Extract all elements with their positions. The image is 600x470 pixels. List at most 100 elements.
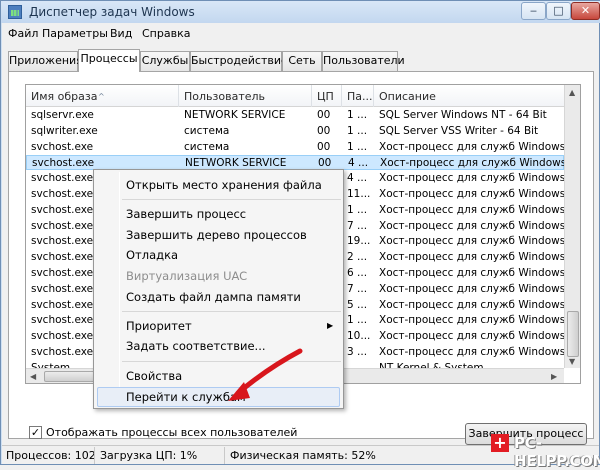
list-header: Имя образа ^ Пользователь ЦП Па... Описа… [26, 85, 564, 107]
menu-priority[interactable]: Приоритет [126, 319, 192, 333]
table-cell: NETWORK SERVICE [185, 157, 287, 170]
show-all-users-checkbox[interactable]: ✓ [29, 426, 42, 439]
menu-uac-virtualization: Виртуализация UAC [126, 269, 248, 283]
tab-applications[interactable]: Приложения [8, 51, 83, 71]
column-image-name[interactable]: Имя образа ^ [26, 85, 179, 107]
vertical-scroll-thumb[interactable] [567, 311, 579, 357]
submenu-arrow-icon: ▶ [327, 321, 334, 330]
title-bar[interactable]: Диспетчер задач Windows ‒ □ ✕ [1, 1, 600, 23]
table-cell: Хост-процесс для служб Windows [379, 251, 564, 264]
table-cell: svchost.exe [31, 140, 94, 153]
menu-debug[interactable]: Отладка [126, 248, 178, 262]
maximize-button[interactable]: □ [546, 2, 571, 20]
table-cell: Хост-процесс для служб Windows [379, 172, 564, 185]
tab-performance[interactable]: Быстродействие [190, 51, 288, 71]
column-description[interactable]: Описание [374, 85, 564, 107]
table-cell: 6 ... [347, 267, 368, 279]
plus-icon: + [491, 434, 509, 452]
table-cell: 7 ... [347, 282, 368, 295]
menu-file[interactable]: Файл [8, 27, 38, 40]
table-cell: 11... [347, 188, 371, 200]
table-cell: Хост-процесс для служб Windows [379, 298, 564, 311]
scroll-up-icon[interactable]: ▲ [569, 88, 575, 97]
menu-end-process[interactable]: Завершить процесс [126, 207, 246, 221]
table-cell: Хост-процесс для служб Windows [379, 219, 564, 232]
menu-bar: Файл Параметры Вид Справка [2, 23, 599, 43]
show-all-users-label: Отображать процессы всех пользователей [46, 426, 298, 439]
menu-help[interactable]: Справка [142, 27, 190, 40]
table-cell: 5 ... [347, 298, 368, 311]
table-cell: 19... [347, 235, 371, 248]
table-cell: 00 [317, 140, 331, 153]
column-label: Имя образа [31, 90, 98, 103]
vertical-scrollbar[interactable]: ▲ ▼ [564, 85, 580, 368]
table-cell: Хост-процесс для служб Windows [379, 188, 564, 200]
tab-services[interactable]: Службы [140, 51, 190, 71]
status-processes: Процессов: 102 [6, 449, 96, 462]
menu-go-to-services[interactable]: Перейти к службам [126, 390, 246, 404]
table-cell: SQL Server Windows NT - 64 Bit [379, 109, 547, 121]
table-cell: 00 [317, 124, 331, 137]
menu-set-affinity[interactable]: Задать соответствие... [126, 339, 266, 353]
table-cell: система [184, 124, 230, 137]
status-bar: Процессов: 102 Загрузка ЦП: 1% Физическа… [2, 445, 599, 464]
table-cell: 4 ... [348, 157, 369, 170]
table-cell: 1 ... [347, 109, 368, 121]
tab-processes[interactable]: Процессы [78, 49, 140, 72]
window-title: Диспетчер задач Windows [29, 5, 195, 19]
close-button[interactable]: ✕ [571, 2, 600, 20]
column-user[interactable]: Пользователь [179, 85, 312, 107]
table-cell: 1 ... [347, 314, 368, 327]
table-cell: Хост-процесс для служб Windows [379, 267, 564, 279]
scroll-right-icon[interactable]: ▶ [551, 372, 557, 381]
scroll-down-icon[interactable]: ▼ [569, 357, 575, 366]
context-menu: Открыть место хранения файла Завершить п… [93, 169, 344, 409]
table-cell: sqlwriter.exe [31, 124, 98, 137]
table-cell: Хост-процесс для служб Windows [380, 157, 565, 170]
menu-separator [122, 361, 341, 362]
column-memory[interactable]: Па... [342, 85, 374, 107]
table-cell: Хост-процесс для служб Windows [379, 203, 564, 216]
table-cell: Хост-процесс для служб Windows [379, 140, 564, 153]
sort-up-icon: ^ [98, 92, 105, 101]
table-cell: 00 [317, 109, 331, 121]
table-cell: SQL Server VSS Writer - 64 Bit [379, 124, 539, 137]
table-cell: 7 ... [347, 219, 368, 232]
menu-view[interactable]: Вид [110, 27, 132, 40]
table-cell: Хост-процесс для служб Windows [379, 330, 564, 343]
column-cpu[interactable]: ЦП [312, 85, 342, 107]
table-cell: Хост-процесс для служб Windows [379, 282, 564, 295]
scroll-left-icon[interactable]: ◀ [30, 372, 36, 381]
menu-properties[interactable]: Свойства [126, 369, 182, 383]
menu-create-dump-file[interactable]: Создать файл дампа памяти [126, 290, 301, 304]
table-cell: система [184, 140, 230, 153]
table-cell: sqlservr.exe [31, 109, 94, 121]
table-cell: NETWORK SERVICE [184, 109, 286, 121]
table-cell: 1 ... [347, 203, 368, 216]
table-cell: Хост-процесс для служб Windows [379, 314, 564, 327]
table-cell: 00 [318, 157, 332, 170]
table-cell: 1 ... [347, 124, 368, 137]
menu-end-process-tree[interactable]: Завершить дерево процессов [126, 228, 307, 242]
menu-open-file-location[interactable]: Открыть место хранения файла [126, 178, 322, 192]
table-cell: 4 ... [347, 172, 368, 185]
table-cell: 1 ... [347, 140, 368, 153]
tab-users[interactable]: Пользователи [322, 51, 405, 71]
menu-options[interactable]: Параметры [42, 27, 108, 40]
menu-separator [122, 311, 341, 312]
table-row[interactable]: sqlservr.exe NETWORK SERVICE 00 1 ... SQL Se… [26, 108, 564, 123]
table-row[interactable]: sqlwriter.exe система 00 1 ... SQL Server VS… [26, 124, 564, 139]
table-row[interactable]: svchost.exe система 00 1 ... Хост-процесс дл… [26, 140, 564, 155]
tab-network[interactable]: Сеть [282, 51, 322, 71]
menu-separator [122, 199, 341, 200]
table-cell: Хост-процесс для служб Windows [379, 346, 564, 358]
status-divider [224, 447, 225, 464]
minimize-button[interactable]: ‒ [521, 2, 546, 20]
task-manager-icon [8, 5, 22, 19]
table-cell: 10... [347, 330, 371, 343]
table-cell: 2 ... [347, 251, 368, 264]
status-divider [94, 447, 95, 464]
table-cell: Хост-процесс для служб Windows [379, 235, 564, 248]
menu-gutter [119, 172, 120, 406]
table-cell: 3 ... [347, 346, 368, 358]
